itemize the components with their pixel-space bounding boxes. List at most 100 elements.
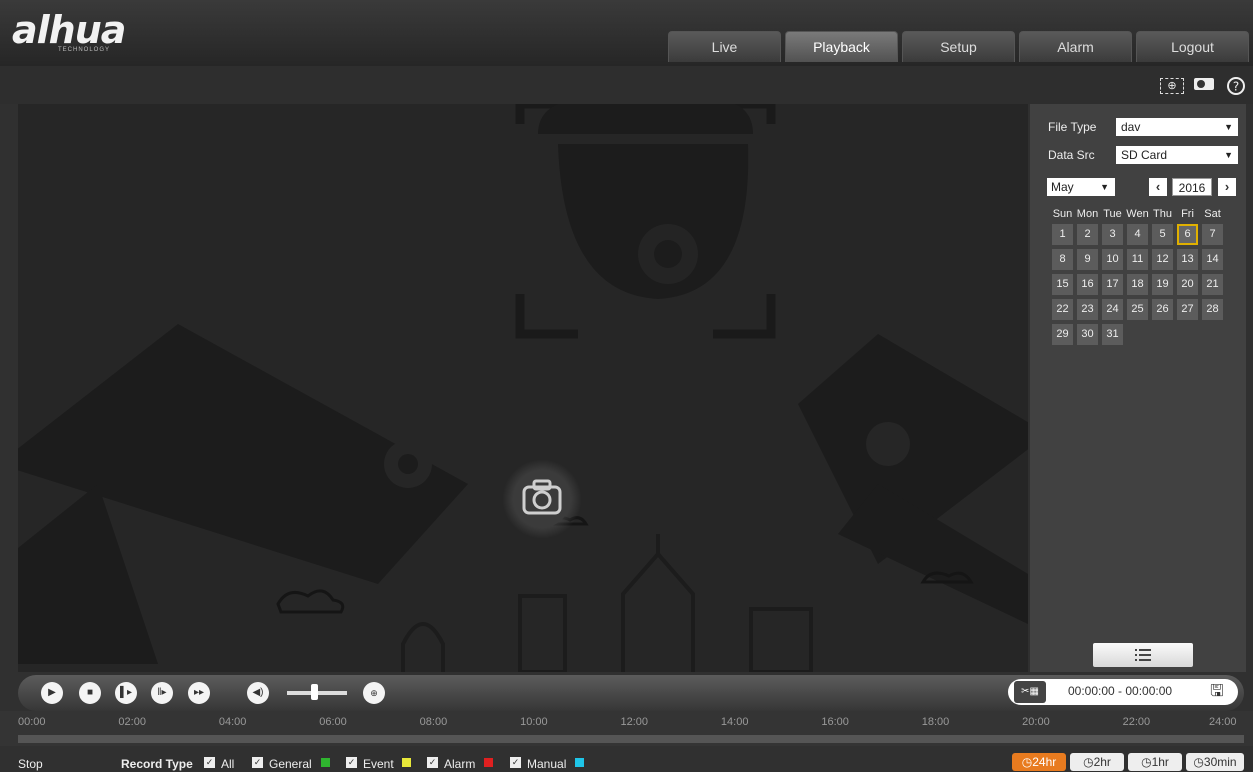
- record-type-alarm-label: Alarm: [444, 757, 476, 771]
- alarm-color-swatch: [484, 758, 493, 767]
- next-year-button[interactable]: ›: [1218, 178, 1236, 196]
- data-src-label: Data Src: [1048, 148, 1095, 162]
- timeline-tick-label: 08:00: [419, 716, 448, 728]
- general-color-swatch: [321, 758, 330, 767]
- record-type-alarm-checkbox[interactable]: ✓: [427, 757, 438, 768]
- svg-text:?: ?: [1233, 80, 1239, 94]
- volume-slider-handle[interactable]: [311, 684, 318, 700]
- step-forward-button[interactable]: ▌▸: [115, 682, 137, 704]
- header-bar: alhua TECHNOLOGY Live Playback Setup Ala…: [0, 0, 1253, 66]
- record-type-manual-checkbox[interactable]: ✓: [510, 757, 521, 768]
- data-src-select[interactable]: SD Card ▼: [1116, 146, 1238, 164]
- zoom-2hr-button[interactable]: ◷2hr: [1070, 753, 1124, 771]
- timeline-bar[interactable]: [18, 735, 1244, 743]
- calendar-day[interactable]: 2: [1077, 224, 1098, 245]
- calendar-day[interactable]: 10: [1102, 249, 1123, 270]
- weekday-label: Sat: [1204, 208, 1221, 220]
- calendar-day[interactable]: 30: [1077, 324, 1098, 345]
- fast-play-button[interactable]: ▸▸: [188, 682, 210, 704]
- region-zoom-icon[interactable]: ⊕: [1160, 78, 1184, 94]
- calendar-day[interactable]: 22: [1052, 299, 1073, 320]
- clip-scissors-icon[interactable]: ✂▦: [1014, 681, 1046, 703]
- timeline-tick-label: 00:00: [18, 716, 46, 728]
- timeline-tick-label: 22:00: [1122, 716, 1151, 728]
- dropdown-arrow-icon: ▼: [1224, 122, 1233, 132]
- zoom-1hr-button[interactable]: ◷1hr: [1128, 753, 1182, 771]
- calendar-weekdays: Sun Mon Tue Wen Thu Fri Sat: [1050, 208, 1225, 220]
- zoom-30min-button[interactable]: ◷30min: [1186, 753, 1244, 771]
- timeline-tick-label: 16:00: [821, 716, 849, 728]
- video-placeholder-illustration: [18, 104, 1028, 672]
- snapshot-toggle-icon[interactable]: [1192, 76, 1216, 96]
- year-value: 2016: [1172, 178, 1212, 196]
- calendar-day[interactable]: 4: [1127, 224, 1148, 245]
- record-type-event-checkbox[interactable]: ✓: [346, 757, 357, 768]
- calendar-day[interactable]: 8: [1052, 249, 1073, 270]
- calendar-day[interactable]: 16: [1077, 274, 1098, 295]
- calendar-day[interactable]: 25: [1127, 299, 1148, 320]
- file-type-select[interactable]: dav ▼: [1116, 118, 1238, 136]
- tab-setup[interactable]: Setup: [902, 31, 1015, 62]
- file-type-value: dav: [1121, 120, 1141, 134]
- calendar-day[interactable]: 11: [1127, 249, 1148, 270]
- manual-color-swatch: [575, 758, 584, 767]
- calendar-day[interactable]: 28: [1202, 299, 1223, 320]
- calendar-day[interactable]: 6: [1177, 224, 1198, 245]
- calendar-day[interactable]: 19: [1152, 274, 1173, 295]
- timeline-tick-label: 20:00: [1022, 716, 1050, 728]
- record-type-general-label: General: [269, 757, 312, 771]
- calendar-day[interactable]: 27: [1177, 299, 1198, 320]
- month-value: May: [1051, 180, 1074, 194]
- timeline-tick-label: 14:00: [720, 716, 749, 728]
- calendar-day[interactable]: 26: [1152, 299, 1173, 320]
- stop-button[interactable]: ■: [79, 682, 101, 704]
- dropdown-arrow-icon: ▼: [1100, 182, 1109, 192]
- calendar-day[interactable]: 17: [1102, 274, 1123, 295]
- digital-zoom-button[interactable]: ⊕: [363, 682, 385, 704]
- tab-logout[interactable]: Logout: [1136, 31, 1249, 62]
- calendar-day[interactable]: 15: [1052, 274, 1073, 295]
- timeline-tick-label: 10:00: [520, 716, 548, 728]
- volume-icon[interactable]: ◀): [247, 682, 269, 704]
- brand-logo: alhua: [12, 8, 126, 52]
- weekday-label: Thu: [1153, 208, 1172, 220]
- record-type-general-checkbox[interactable]: ✓: [252, 757, 263, 768]
- slow-play-button[interactable]: ‖▸: [151, 682, 173, 704]
- video-playback-area[interactable]: [18, 104, 1028, 672]
- calendar-day[interactable]: 24: [1102, 299, 1123, 320]
- help-icon[interactable]: ?: [1224, 76, 1248, 96]
- calendar-days: 1 2 3 4 5 6 7 8 9 10 11 12 13 14 15 16 17 18 19 20 21 22 23 24 2…: [1052, 224, 1223, 345]
- calendar-day[interactable]: 29: [1052, 324, 1073, 345]
- calendar-day[interactable]: 21: [1202, 274, 1223, 295]
- tab-playback[interactable]: Playback: [785, 31, 898, 62]
- save-icon[interactable]: 🖫: [1206, 682, 1228, 702]
- prev-year-button[interactable]: ‹: [1149, 178, 1167, 196]
- weekday-label: Mon: [1076, 208, 1099, 220]
- calendar-day[interactable]: 7: [1202, 224, 1223, 245]
- toolbar-row: [0, 66, 1253, 104]
- calendar-day[interactable]: 9: [1077, 249, 1098, 270]
- calendar-day[interactable]: 1: [1052, 224, 1073, 245]
- month-select[interactable]: May ▼: [1047, 178, 1115, 196]
- calendar-day[interactable]: 5: [1152, 224, 1173, 245]
- file-list-button[interactable]: [1093, 643, 1193, 667]
- snapshot-camera-button[interactable]: [502, 459, 582, 539]
- timeline-tick-label: 24:00: [1209, 716, 1237, 728]
- playback-app: alhua TECHNOLOGY Live Playback Setup Ala…: [0, 0, 1253, 772]
- play-button[interactable]: ▶: [41, 682, 63, 704]
- timeline-tick-label: 06:00: [319, 716, 347, 728]
- calendar-day[interactable]: 18: [1127, 274, 1148, 295]
- calendar-day[interactable]: 3: [1102, 224, 1123, 245]
- calendar-day[interactable]: 13: [1177, 249, 1198, 270]
- tab-alarm[interactable]: Alarm: [1019, 31, 1132, 62]
- tab-live[interactable]: Live: [668, 31, 781, 62]
- clip-time-range: 00:00:00 - 00:00:00: [1068, 684, 1173, 698]
- calendar-day[interactable]: 20: [1177, 274, 1198, 295]
- record-type-all-checkbox[interactable]: ✓: [204, 757, 215, 768]
- zoom-24hr-button[interactable]: ◷24hr: [1012, 753, 1066, 771]
- calendar-day[interactable]: 31: [1102, 324, 1123, 345]
- calendar-day[interactable]: 23: [1077, 299, 1098, 320]
- zoom-24hr-label: 24hr: [1032, 755, 1057, 769]
- calendar-day[interactable]: 14: [1202, 249, 1223, 270]
- calendar-day[interactable]: 12: [1152, 249, 1173, 270]
